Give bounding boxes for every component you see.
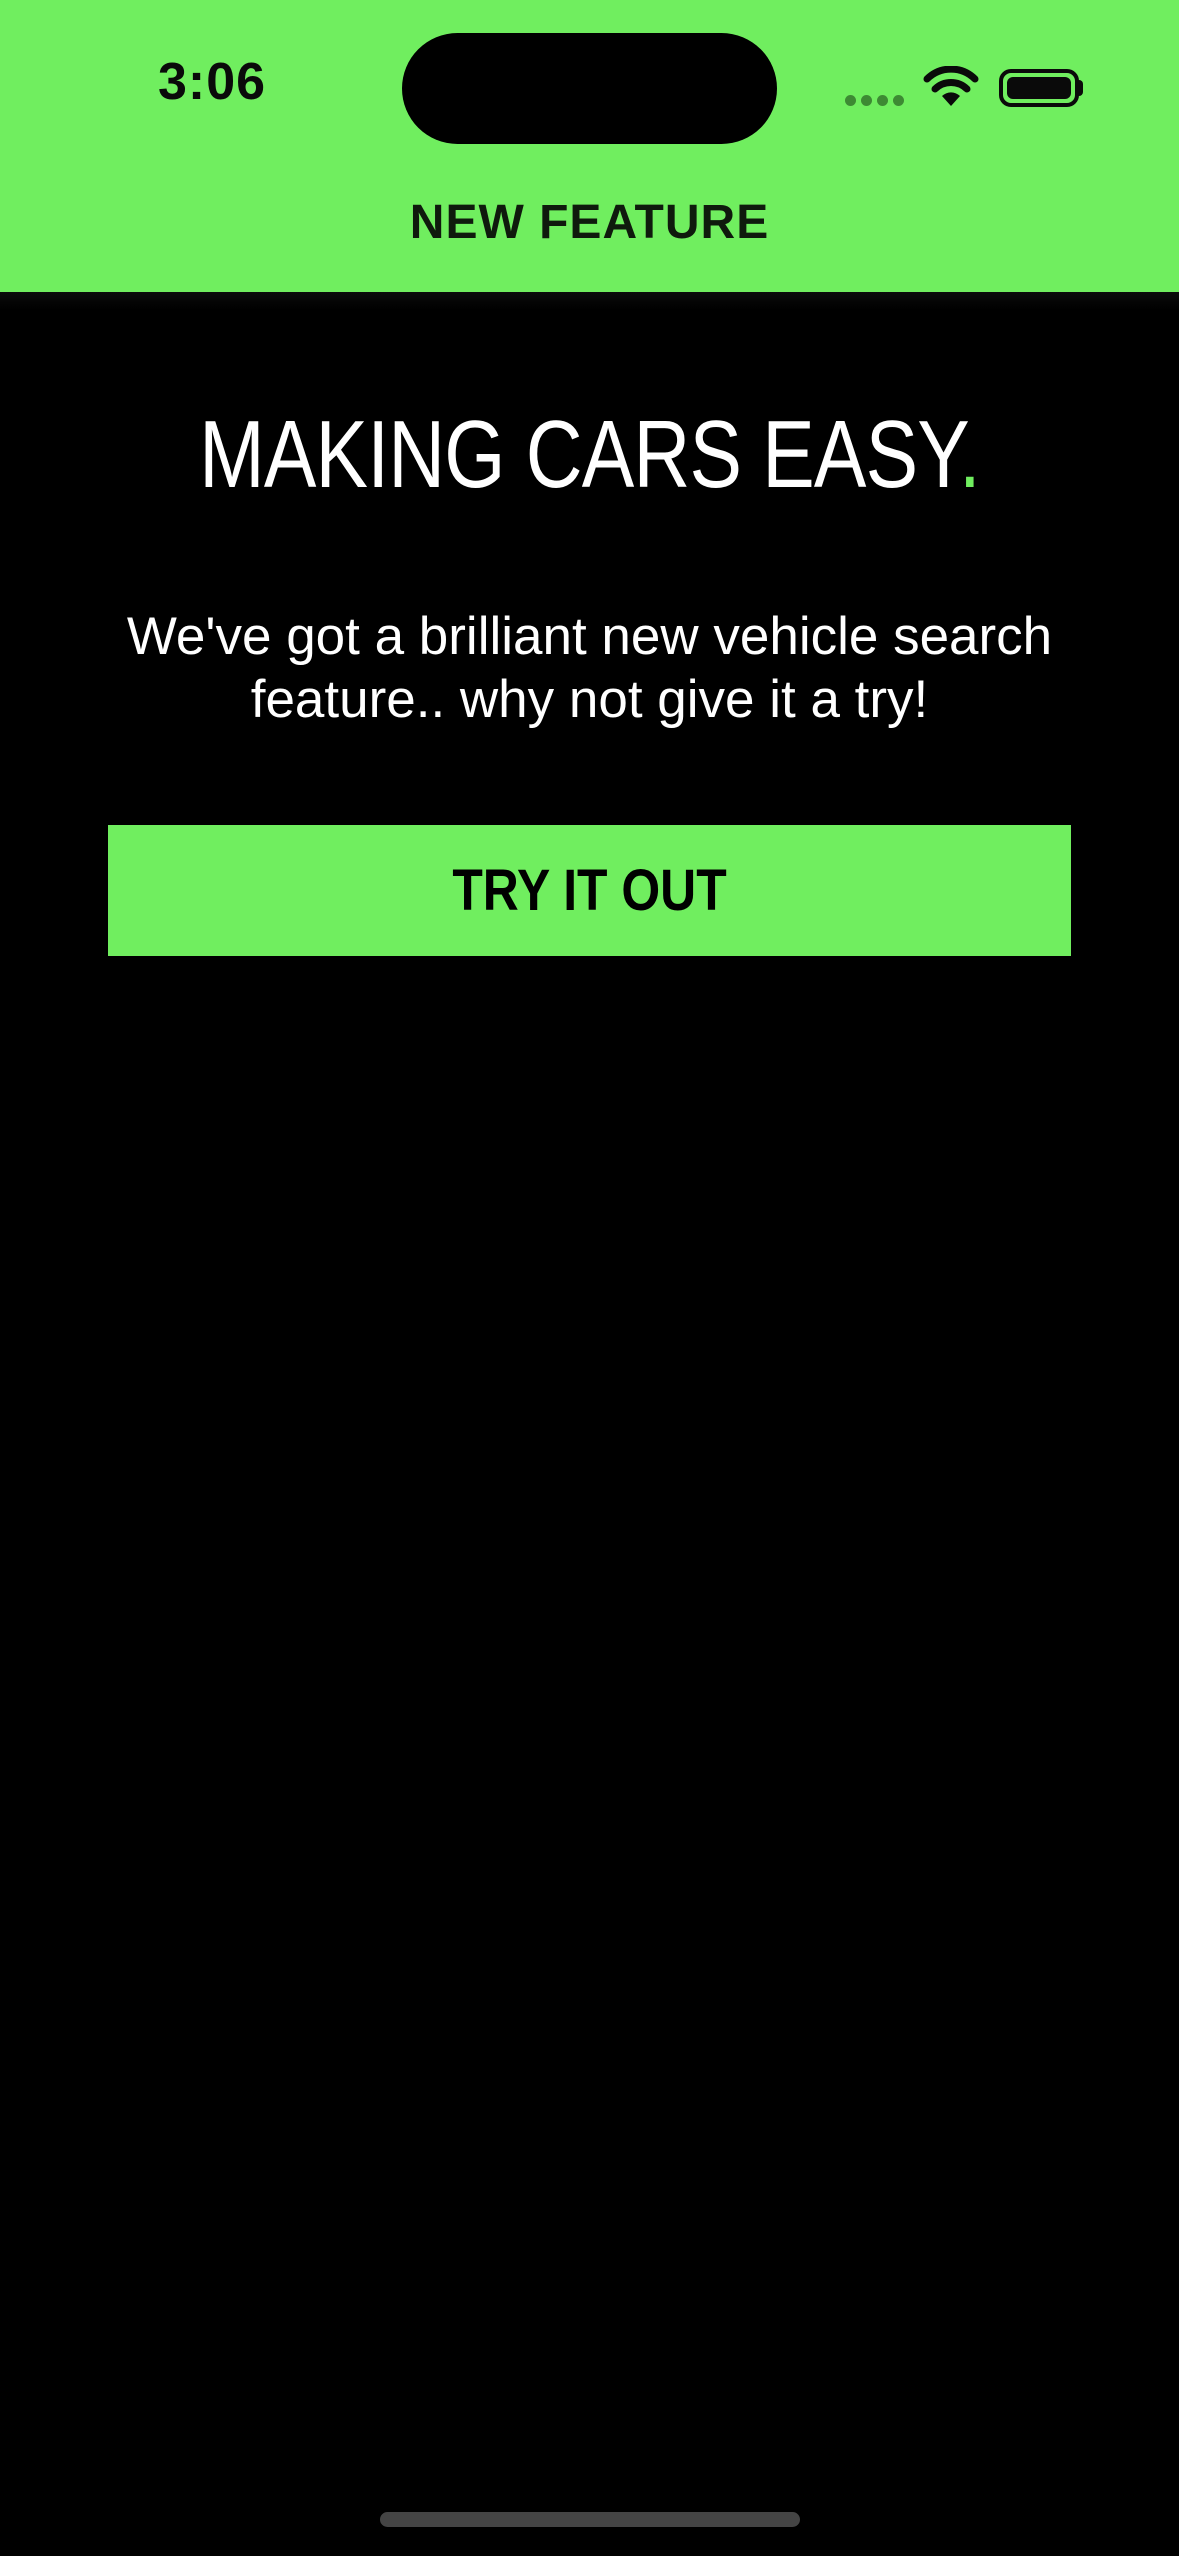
- try-it-out-button[interactable]: TRY IT OUT: [108, 825, 1071, 956]
- battery-icon: [999, 69, 1079, 107]
- headline: MAKING CARS EASY.: [106, 400, 1073, 510]
- dynamic-island: [402, 33, 777, 144]
- home-indicator[interactable]: [380, 2512, 800, 2527]
- wifi-icon: [923, 66, 979, 106]
- top-header: 3:06 NEW FEATURE: [0, 0, 1179, 292]
- headline-accent-dot: .: [958, 401, 981, 508]
- headline-text: MAKING CARS EASY: [199, 401, 960, 508]
- battery-tip: [1077, 80, 1083, 96]
- header-divider: [0, 292, 1179, 310]
- try-it-out-label: TRY IT OUT: [452, 858, 727, 923]
- feature-description: We've got a brilliant new vehicle search…: [126, 607, 1053, 729]
- page-title: NEW FEATURE: [409, 196, 770, 249]
- cellular-signal-icon: [845, 95, 905, 107]
- battery-fill: [1007, 77, 1071, 99]
- status-bar-time: 3:06: [158, 53, 267, 111]
